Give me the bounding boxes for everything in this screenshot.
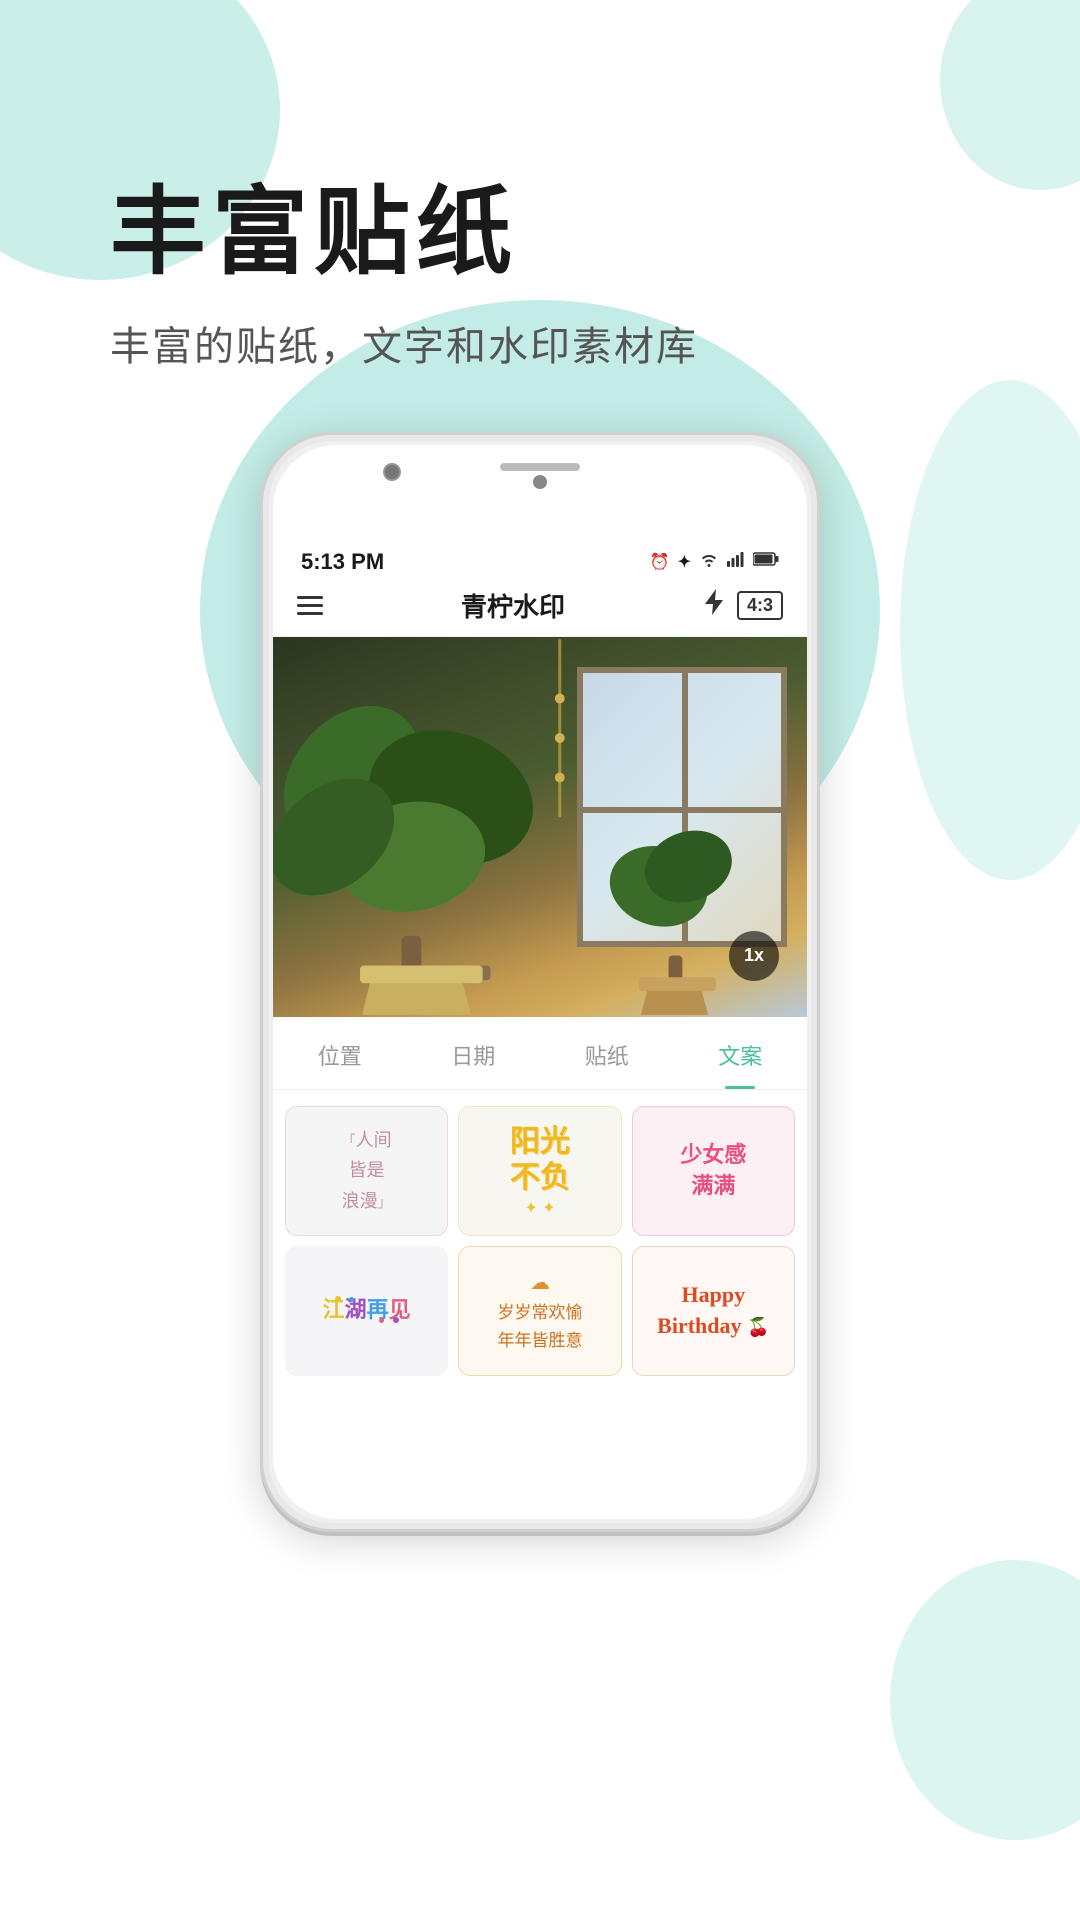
menu-bar-1	[297, 596, 323, 599]
wifi-icon	[699, 551, 719, 572]
sticker-item-3[interactable]: 少女感满满	[632, 1106, 795, 1236]
photo-area: 1x	[273, 637, 807, 1017]
menu-button[interactable]	[297, 596, 323, 615]
sticker-item-5[interactable]: ☁ 岁岁常欢愉年年皆胜意	[458, 1246, 621, 1376]
hero-section: 丰富贴纸 丰富的贴纸，文字和水印素材库	[0, 0, 1080, 372]
tab-sticker[interactable]: 贴纸	[540, 1033, 674, 1077]
sticker-item-2[interactable]: 阳光不负 ✦ ✦	[458, 1106, 621, 1236]
header-right-controls: 4:3	[703, 589, 783, 622]
tab-text[interactable]: 文案	[674, 1033, 808, 1077]
sticker-item-1[interactable]: 「人间皆是浪漫」	[285, 1106, 448, 1236]
phone-mockup: 5:13 PM ⏰ ✦	[0, 432, 1080, 1532]
zoom-badge[interactable]: 1x	[729, 931, 779, 981]
top-camera-area	[500, 463, 580, 489]
phone-frame: 5:13 PM ⏰ ✦	[260, 432, 820, 1532]
app-header: 青柠水印 4:3	[273, 575, 807, 637]
app-title: 青柠水印	[461, 587, 565, 624]
menu-bar-3	[297, 612, 323, 615]
sticker-item-6[interactable]: HappyBirthday 🍒	[632, 1246, 795, 1376]
speaker-bar	[500, 463, 580, 471]
sticker-grid: 「人间皆是浪漫」 阳光不负 ✦ ✦	[273, 1090, 807, 1392]
battery-icon	[753, 552, 779, 571]
plant-illustration	[273, 637, 807, 1017]
ratio-badge[interactable]: 4:3	[737, 591, 783, 620]
selfie-camera-dot	[533, 475, 547, 489]
category-tabs: 位置 日期 贴纸 文案	[273, 1017, 807, 1090]
bluetooth-icon: ✦	[678, 552, 691, 572]
tab-date[interactable]: 日期	[407, 1033, 541, 1077]
phone-notch	[273, 445, 807, 535]
hero-subtitle: 丰富的贴纸，文字和水印素材库	[110, 314, 1080, 372]
phone-screen: 5:13 PM ⏰ ✦	[273, 445, 807, 1519]
flash-icon[interactable]	[703, 589, 725, 622]
front-camera-icon	[383, 463, 401, 481]
blob-decoration-bottom-right	[890, 1560, 1080, 1840]
status-icons: ⏰ ✦	[650, 551, 779, 572]
hero-title: 丰富贴纸	[110, 180, 1080, 286]
status-time: 5:13 PM	[301, 549, 384, 575]
alarm-icon: ⏰	[650, 552, 670, 572]
tab-location[interactable]: 位置	[273, 1033, 407, 1077]
menu-bar-2	[297, 604, 323, 607]
bottom-panel: 位置 日期 贴纸 文案	[273, 1017, 807, 1392]
signal-icon	[727, 551, 745, 572]
status-bar: 5:13 PM ⏰ ✦	[273, 535, 807, 575]
sticker-item-4[interactable]: 江湖再见	[285, 1246, 448, 1376]
